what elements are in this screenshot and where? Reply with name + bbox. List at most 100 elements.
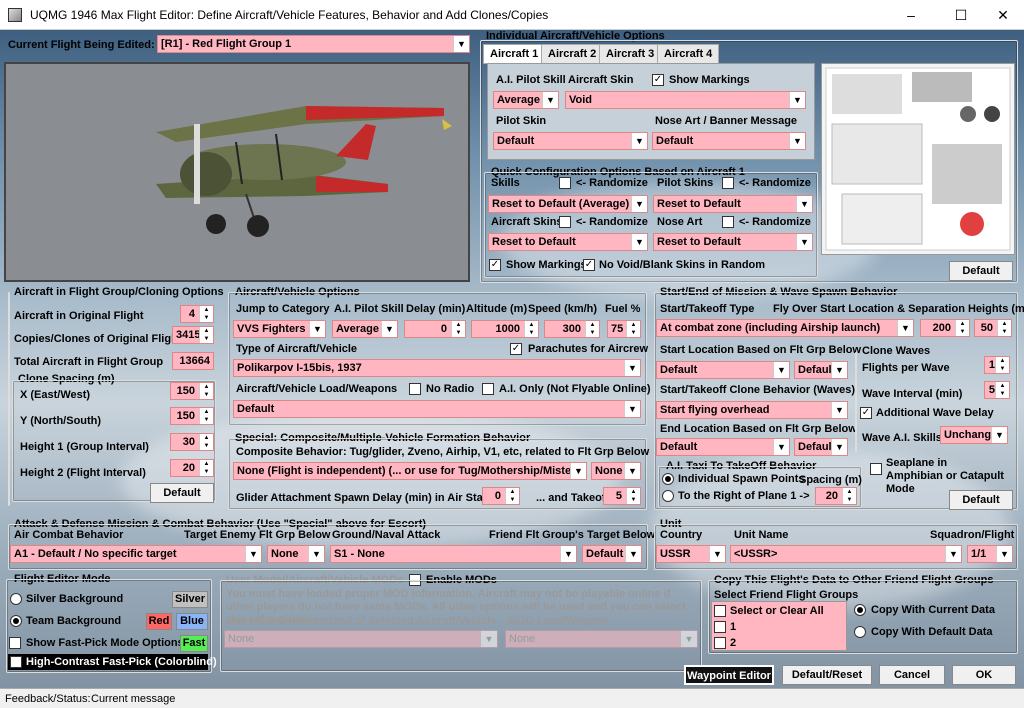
no-void-checkbox[interactable]: ✓ [583, 259, 595, 271]
end-loc-type-select[interactable]: Defaul ▼ [794, 438, 848, 456]
wave-skill-select[interactable]: Unchange ▼ [940, 426, 1008, 444]
seaplane-checkbox[interactable] [870, 463, 882, 475]
vehicle-skill-select[interactable]: Average ▼ [332, 320, 398, 338]
cancel-button[interactable]: Cancel [879, 665, 945, 685]
current-flight-select[interactable]: [R1] - Red Flight Group 1 ▼ [157, 35, 470, 53]
start-type-select[interactable]: At combat zone (including Airship launch… [656, 319, 914, 337]
silver-button[interactable]: Silver [172, 591, 208, 608]
fast-button[interactable]: Fast [180, 635, 208, 652]
waypoint-editor-button[interactable]: Waypoint Editor [684, 665, 774, 685]
copy-current-radio[interactable] [854, 604, 866, 616]
quick-show-markings-checkbox[interactable]: ✓ [489, 259, 501, 271]
team-radio[interactable] [10, 615, 22, 627]
show-markings-checkbox[interactable]: ✓ [652, 74, 664, 86]
clone-behavior-select[interactable]: Start flying overhead ▼ [656, 401, 848, 419]
y-stepper[interactable]: 150 ▲ ▼ [170, 407, 214, 425]
tab-aircraft-1[interactable]: Aircraft 1 [483, 44, 546, 64]
high-contrast-row[interactable]: High-Contrast Fast-Pick (Colorblind) [8, 654, 217, 670]
tab-aircraft-2[interactable]: Aircraft 2 [541, 44, 604, 64]
start-loc-type-select[interactable]: Defaul ▼ [794, 361, 848, 379]
additional-delay-checkbox[interactable]: ✓ [860, 407, 872, 419]
close-button[interactable]: ✕ [980, 0, 1024, 30]
friend-groups-list[interactable]: Select or Clear All 1 2 [711, 601, 847, 651]
altitude-stepper[interactable]: 1000 ▲ ▼ [471, 320, 539, 338]
glider-stepper[interactable]: 0 ▲ ▼ [482, 487, 520, 505]
composite-select[interactable]: None (Flight is independent) (... or use… [233, 462, 587, 480]
squadron-select[interactable]: 1/1 ▼ [967, 545, 1013, 563]
start-default-button[interactable]: Default [949, 490, 1013, 510]
blue-button[interactable]: Blue [176, 613, 208, 630]
mod-use-select[interactable]: None ▼ [224, 630, 498, 648]
ai-only-label: A.I. Only (Not Flyable Online) [499, 383, 651, 395]
friend-target-select[interactable]: Default ▼ [582, 545, 642, 563]
randomize-nose-art-checkbox[interactable] [722, 216, 734, 228]
ground-attack-select[interactable]: S1 - None ▼ [330, 545, 577, 563]
pilot-skins-reset-select[interactable]: Reset to Default ▼ [653, 195, 813, 213]
jump-category-select[interactable]: VVS Fighters ▼ [233, 320, 326, 338]
no-radio-checkbox[interactable] [409, 383, 421, 395]
tab-aircraft-4[interactable]: Aircraft 4 [657, 44, 720, 64]
start-loc-select[interactable]: Default ▼ [656, 361, 790, 379]
silver-radio[interactable] [10, 593, 22, 605]
composite-target-select[interactable]: None ▼ [591, 462, 641, 480]
nose-art-reset-select[interactable]: Reset to Default ▼ [653, 233, 813, 251]
fpw-stepper[interactable]: 1 ▲ ▼ [984, 356, 1010, 374]
aircraft-skin-select[interactable]: Void ▼ [565, 91, 806, 109]
flyover-h2-stepper[interactable]: 50 ▲ ▼ [974, 319, 1012, 337]
flyover-h1-stepper[interactable]: 200 ▲ ▼ [920, 319, 970, 337]
takeoff-stepper[interactable]: 5 ▲ ▼ [603, 487, 641, 505]
copies-stepper[interactable]: 3415 ▲ ▼ [172, 326, 214, 344]
additional-delay-label: Additional Wave Delay [876, 407, 994, 419]
nose-art-select[interactable]: Default ▼ [652, 132, 806, 150]
pilot-skin-select[interactable]: Default ▼ [493, 132, 648, 150]
ground-attack-label: Ground/Naval Attack [332, 529, 441, 541]
ai-only-checkbox[interactable] [482, 383, 494, 395]
individual-default-button[interactable]: Default [949, 261, 1013, 281]
speed-stepper[interactable]: 300 ▲ ▼ [544, 320, 600, 338]
randomize-pilot-skins-checkbox[interactable] [722, 177, 734, 189]
x-stepper[interactable]: 150 ▲ ▼ [170, 382, 214, 400]
copy-default-radio[interactable] [854, 626, 866, 638]
randomize-skills-checkbox[interactable] [559, 177, 571, 189]
end-loc-select[interactable]: Default ▼ [656, 438, 790, 456]
taxi-individual-radio[interactable] [662, 473, 674, 485]
interval-label: Wave Interval (min) [862, 388, 963, 400]
unit-name-select[interactable]: <USSR> ▼ [730, 545, 962, 563]
total-label: Total Aircraft in Flight Group [14, 356, 164, 368]
parachutes-checkbox[interactable]: ✓ [510, 343, 522, 355]
skills-reset-select[interactable]: Reset to Default (Average) ▼ [488, 195, 648, 213]
taxi-spacing-stepper[interactable]: 20 ▲ ▼ [815, 487, 857, 505]
friend-1-checkbox[interactable] [714, 621, 726, 633]
friend-2-checkbox[interactable] [714, 637, 726, 649]
interval-stepper[interactable]: 5 ▲ ▼ [984, 381, 1010, 399]
taxi-right-radio[interactable] [662, 490, 674, 502]
status-bar: Feedback/Status: Current message [0, 688, 1024, 708]
h1-stepper[interactable]: 30 ▲ ▼ [170, 433, 214, 451]
default-reset-button[interactable]: Default/Reset [782, 665, 872, 685]
mod-load-label: MOD Load/Weapon [508, 615, 609, 627]
red-button[interactable]: Red [146, 613, 172, 630]
aircraft-type-select[interactable]: Polikarpov I-15bis, 1937 ▼ [233, 359, 641, 377]
fast-pick-checkbox[interactable] [9, 637, 21, 649]
ok-button[interactable]: OK [952, 665, 1016, 685]
unit-name-label: Unit Name [734, 529, 789, 541]
randomize-aircraft-skins-checkbox[interactable] [559, 216, 571, 228]
delay-stepper[interactable]: 0 ▲ ▼ [404, 320, 466, 338]
minimize-button[interactable]: – [888, 0, 934, 30]
pilot-skill-select[interactable]: Average ▼ [493, 91, 559, 109]
air-combat-select[interactable]: A1 - Default / No specific target ▼ [10, 545, 262, 563]
select-all-checkbox[interactable] [714, 605, 726, 617]
orig-flight-stepper[interactable]: 4 ▲ ▼ [180, 305, 214, 323]
aircraft-skins-reset-select[interactable]: Reset to Default ▼ [488, 233, 648, 251]
copy-default-label: Copy With Default Data [871, 626, 993, 638]
maximize-button[interactable]: ☐ [938, 0, 984, 30]
high-contrast-checkbox[interactable] [10, 656, 22, 668]
h2-stepper[interactable]: 20 ▲ ▼ [170, 459, 214, 477]
target-enemy-select[interactable]: None ▼ [267, 545, 325, 563]
load-select[interactable]: Default ▼ [233, 400, 641, 418]
country-select[interactable]: USSR ▼ [656, 545, 726, 563]
fuel-stepper[interactable]: 75 ▲ ▼ [607, 320, 641, 338]
mod-load-select[interactable]: None ▼ [505, 630, 698, 648]
tab-aircraft-3[interactable]: Aircraft 3 [599, 44, 662, 64]
group-default-button[interactable]: Default [150, 483, 214, 503]
